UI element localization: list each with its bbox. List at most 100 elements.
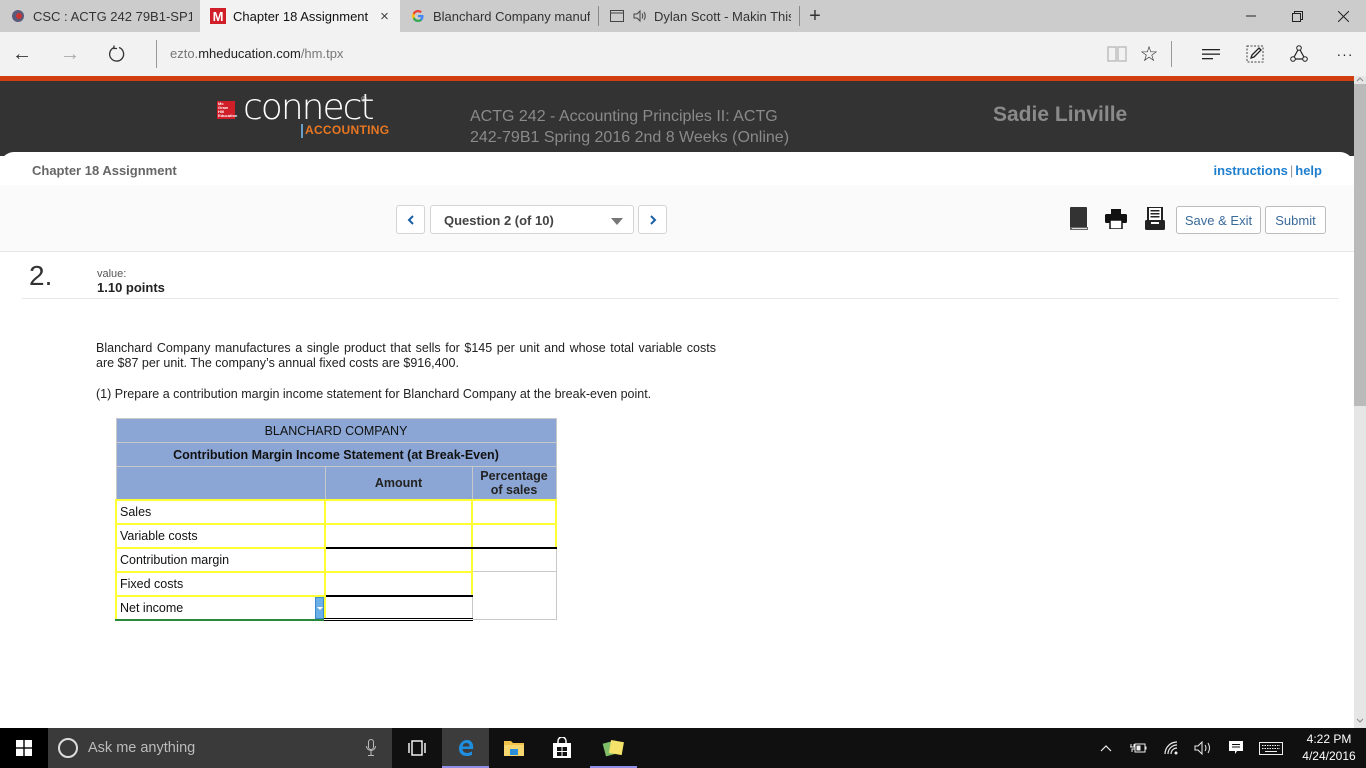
start-button[interactable] bbox=[0, 728, 48, 768]
question-number: 2. bbox=[29, 260, 53, 291]
tab-chapter-18-assignment[interactable]: M Chapter 18 Assignment × bbox=[200, 0, 400, 32]
back-button[interactable]: ← bbox=[8, 40, 36, 68]
web-note-icon[interactable] bbox=[1243, 42, 1267, 66]
url-field[interactable]: ezto.mheducation.com/hm.tpx bbox=[170, 46, 343, 61]
cortana-search-box[interactable]: Ask me anything bbox=[48, 728, 392, 768]
favorite-star-icon[interactable]: ☆ bbox=[1137, 42, 1161, 66]
tab-google-search[interactable]: Blanchard Company manufa bbox=[400, 0, 598, 32]
mcgraw-hill-logo: Mc Graw Hill Education bbox=[217, 101, 238, 119]
restore-button[interactable] bbox=[1274, 0, 1320, 32]
connect-logo-text: connect bbox=[243, 87, 375, 128]
net-income-label: Net income bbox=[120, 600, 184, 615]
submit-button[interactable]: Submit bbox=[1265, 206, 1326, 234]
report-icon[interactable] bbox=[1145, 206, 1167, 230]
forward-button[interactable]: → bbox=[56, 40, 84, 68]
question-points: 1.10 points bbox=[97, 280, 165, 295]
tab-dylan-scott[interactable]: Dylan Scott - Makin This bbox=[599, 0, 799, 32]
company-name-header: BLANCHARD COMPANY bbox=[115, 418, 557, 443]
minimize-button[interactable] bbox=[1228, 0, 1274, 32]
income-statement-table: BLANCHARD COMPANY Contribution Margin In… bbox=[115, 418, 557, 621]
fixed-costs-amount-input[interactable] bbox=[324, 570, 473, 597]
show-hidden-icons-button[interactable] bbox=[1096, 728, 1116, 768]
divider bbox=[22, 298, 1339, 299]
tab-preview-icon bbox=[609, 8, 625, 24]
sales-percentage-input[interactable] bbox=[471, 498, 557, 525]
save-exit-button[interactable]: Save & Exit bbox=[1176, 206, 1261, 234]
hub-icon[interactable] bbox=[1199, 42, 1223, 66]
reading-view-icon[interactable] bbox=[1105, 42, 1129, 66]
course-title-line1: ACTG 242 - Accounting Principles II: ACT… bbox=[470, 108, 778, 125]
file-explorer-icon bbox=[503, 741, 524, 756]
toolbar-separator bbox=[1171, 41, 1172, 67]
windows-taskbar: Ask me anything 4:22 PM 4/24/2016 bbox=[0, 728, 1366, 768]
chevron-up-icon bbox=[1100, 745, 1112, 752]
assignment-panel: Chapter 18 Assignment instructions | help … bbox=[0, 152, 1354, 732]
taskbar-clock[interactable]: 4:22 PM 4/24/2016 bbox=[1297, 731, 1361, 765]
empty-cell bbox=[471, 571, 557, 620]
chevron-down-icon bbox=[611, 218, 623, 225]
csc-favicon bbox=[10, 8, 26, 24]
search-placeholder: Ask me anything bbox=[88, 740, 196, 756]
percentage-header-line2: of sales bbox=[490, 482, 538, 497]
print-icon[interactable] bbox=[1105, 209, 1127, 231]
new-tab-button[interactable]: + bbox=[800, 0, 830, 32]
variable-costs-amount-input[interactable] bbox=[324, 522, 473, 549]
taskbar-sticky-notes[interactable] bbox=[590, 728, 637, 768]
next-question-button[interactable] bbox=[638, 205, 667, 234]
clock-date: 4/24/2016 bbox=[1302, 749, 1356, 763]
link-separator: | bbox=[1289, 163, 1294, 178]
taskbar-store[interactable] bbox=[538, 728, 585, 768]
wifi-icon[interactable] bbox=[1161, 728, 1183, 768]
row-label-input[interactable]: Variable costs bbox=[115, 522, 326, 549]
row-label-input[interactable]: Fixed costs bbox=[115, 570, 326, 597]
scrollbar-thumb[interactable] bbox=[1354, 84, 1366, 406]
contribution-margin-amount-input[interactable] bbox=[324, 546, 473, 573]
touch-keyboard-icon[interactable] bbox=[1256, 728, 1286, 768]
registered-mark: ® bbox=[361, 95, 367, 104]
net-income-amount-input[interactable] bbox=[325, 594, 472, 621]
sticky-notes-icon bbox=[602, 740, 624, 757]
page-scrollbar[interactable] bbox=[1354, 76, 1366, 728]
tab-title: Chapter 18 Assignment bbox=[233, 8, 369, 24]
dropdown-arrow-icon[interactable] bbox=[315, 596, 324, 619]
close-tab-icon[interactable]: × bbox=[380, 8, 389, 25]
url-prefix: ezto. bbox=[170, 46, 199, 61]
task-view-button[interactable] bbox=[393, 728, 440, 768]
volume-icon[interactable] bbox=[1192, 728, 1216, 768]
help-link[interactable]: help bbox=[1295, 163, 1322, 178]
tab-csc[interactable]: CSC : ACTG 242 79B1-SP16- bbox=[0, 0, 200, 32]
variable-costs-percentage-input[interactable] bbox=[471, 522, 557, 549]
row-label-input[interactable]: Sales bbox=[115, 498, 326, 525]
sales-amount-input[interactable] bbox=[324, 498, 473, 525]
tab-title: Blanchard Company manufa bbox=[433, 8, 590, 24]
ebook-icon[interactable] bbox=[1069, 207, 1091, 230]
action-center-icon[interactable] bbox=[1224, 728, 1248, 768]
url-path: /hm.tpx bbox=[300, 46, 344, 61]
question-value-label: value: bbox=[97, 268, 127, 280]
row-label-input[interactable]: Contribution margin bbox=[115, 546, 326, 573]
assignment-title: Chapter 18 Assignment bbox=[32, 163, 177, 178]
scroll-down-icon[interactable] bbox=[1354, 718, 1366, 726]
student-name: Sadie Linville bbox=[993, 103, 1128, 126]
scroll-up-icon[interactable] bbox=[1354, 76, 1366, 84]
instructions-link[interactable]: instructions bbox=[1213, 163, 1287, 178]
tab-title: Dylan Scott - Makin This bbox=[654, 8, 791, 24]
close-window-button[interactable] bbox=[1320, 0, 1366, 32]
more-options-icon[interactable]: ··· bbox=[1333, 42, 1357, 66]
taskbar-edge[interactable] bbox=[442, 728, 489, 768]
address-separator bbox=[156, 40, 157, 68]
amount-column-header: Amount bbox=[324, 466, 473, 500]
audio-playing-icon bbox=[632, 8, 648, 24]
percentage-column-header: Percentage of sales bbox=[471, 466, 557, 500]
battery-icon[interactable] bbox=[1127, 728, 1149, 768]
share-icon[interactable] bbox=[1287, 42, 1311, 66]
net-income-label-select[interactable]: Net income bbox=[115, 594, 326, 621]
refresh-button[interactable] bbox=[103, 40, 131, 68]
browser-tab-strip: CSC : ACTG 242 79B1-SP16- M Chapter 18 A… bbox=[0, 0, 1366, 32]
table-row-sales: Sales bbox=[115, 498, 557, 525]
cortana-icon bbox=[58, 738, 78, 758]
question-select[interactable]: Question 2 (of 10) bbox=[430, 205, 634, 234]
taskbar-file-explorer[interactable] bbox=[490, 728, 537, 768]
percentage-header-line1: Percentage bbox=[480, 468, 548, 483]
previous-question-button[interactable] bbox=[396, 205, 425, 234]
